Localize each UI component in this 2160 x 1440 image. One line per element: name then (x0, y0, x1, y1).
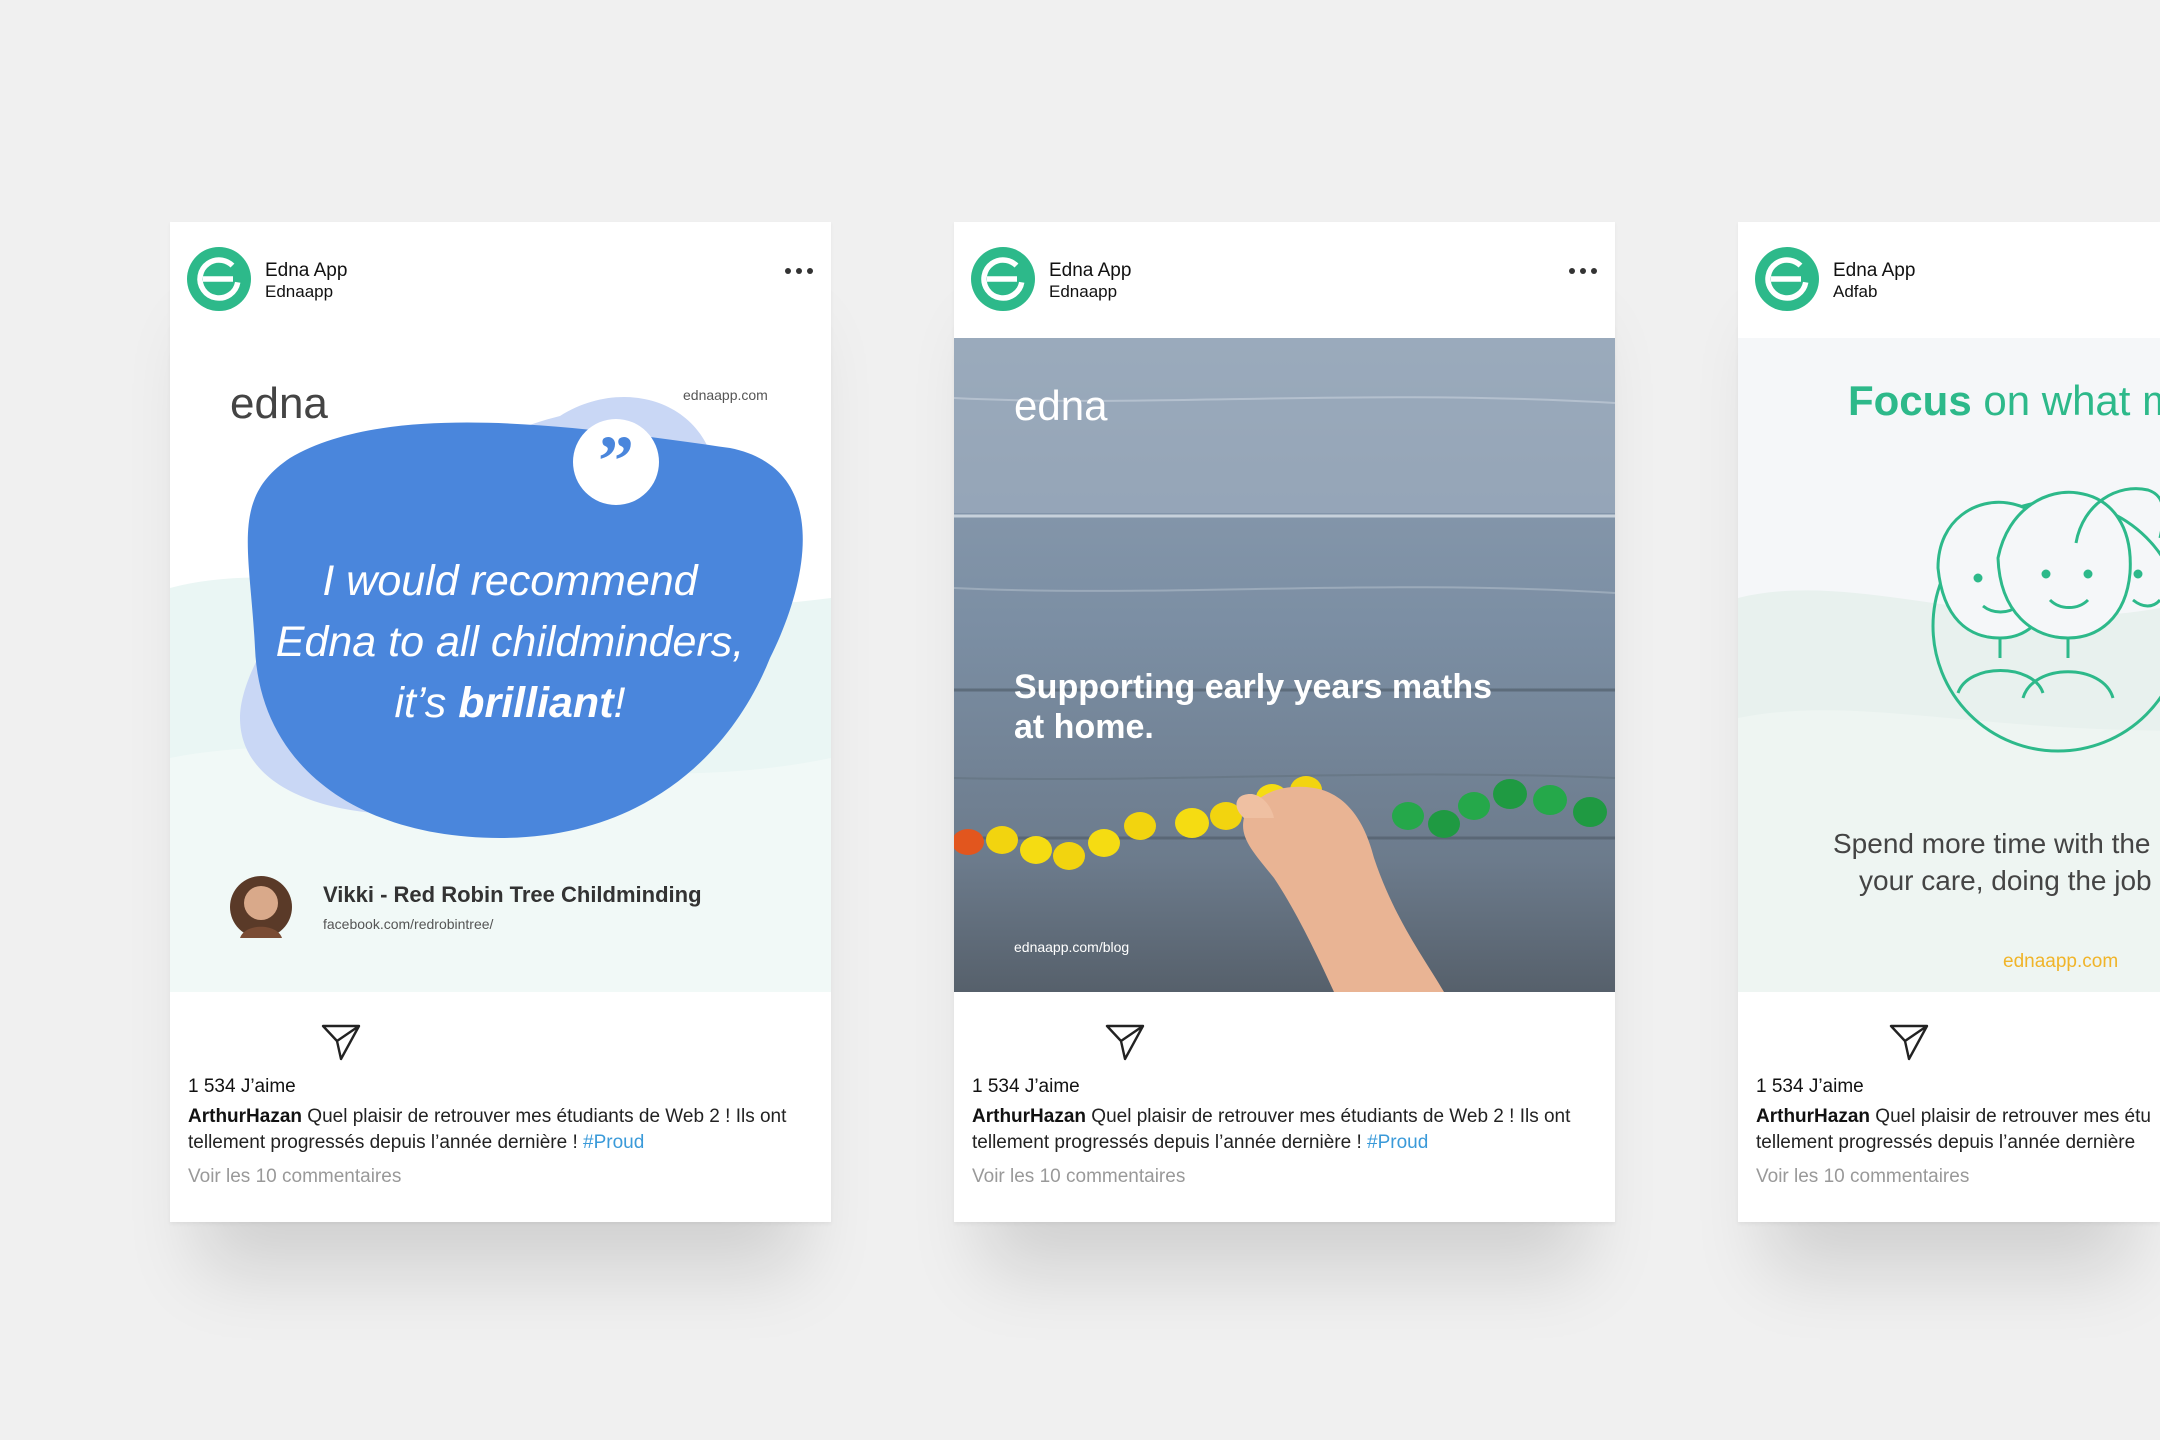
body-line-1: Spend more time with the (1833, 828, 2151, 859)
caption-text-line-2: tellement progressés depuis l’année dern… (1756, 1132, 2136, 1153)
post-caption: ArthurHazan Quel plaisir de retrouver me… (972, 1104, 1600, 1156)
view-comments-link[interactable]: Voir les 10 commentaires (972, 1166, 1185, 1188)
hashtag-link[interactable]: #Proud (583, 1132, 644, 1153)
quote-line-1: I would recommend (322, 557, 699, 605)
post-caption: ArthurHazan Quel plaisir de retrouver me… (1756, 1104, 2160, 1156)
likes-count[interactable]: 1 534 J’aime (188, 1076, 296, 1098)
account-name[interactable]: Edna App (265, 260, 347, 282)
likes-count[interactable]: 1 534 J’aime (972, 1076, 1080, 1098)
account-handle: Adfab (1833, 282, 1878, 301)
post-header: Edna App Adfab (1738, 222, 2160, 338)
send-icon[interactable] (1104, 1022, 1146, 1062)
hashtag-link[interactable]: #Proud (1367, 1132, 1428, 1153)
account-name[interactable]: Edna App (1049, 260, 1131, 282)
author-name: Vikki - Red Robin Tree Childminding (323, 882, 702, 907)
focus-title: Focus on what m (1848, 377, 2160, 424)
edna-logo-icon[interactable] (1755, 247, 1819, 311)
quote-line-2: Edna to all childminders, (276, 618, 744, 666)
edna-wordmark: edna (1014, 382, 1108, 429)
site-url: ednaapp.com (2003, 951, 2118, 972)
post-header: Edna App Ednaapp (170, 222, 831, 338)
post-card-3: Edna App Adfab Focus on what m Spend mor… (1738, 222, 2160, 1222)
more-options-icon[interactable] (1568, 266, 1598, 276)
caption-username[interactable]: ArthurHazan (972, 1106, 1086, 1127)
post-caption: ArthurHazan Quel plaisir de retrouver me… (188, 1104, 816, 1156)
blog-url: ednaapp.com/blog (1014, 939, 1129, 955)
quote-graphic: edna ednaapp.com ” I would recommend Edn… (170, 338, 831, 992)
post-image: edna Supporting early years maths at hom… (954, 338, 1615, 992)
likes-count[interactable]: 1 534 J’aime (1756, 1076, 1864, 1098)
body-line-2: your care, doing the job (1859, 865, 2152, 896)
view-comments-link[interactable]: Voir les 10 commentaires (1756, 1166, 1969, 1188)
send-icon[interactable] (1888, 1022, 1930, 1062)
account-handle: Ednaapp (265, 282, 334, 301)
post-image: Focus on what m Spend more time with the (1738, 338, 2160, 992)
caption-username[interactable]: ArthurHazan (188, 1106, 302, 1127)
account-name[interactable]: Edna App (1833, 260, 1915, 282)
post-header: Edna App Ednaapp (954, 222, 1615, 338)
photo-graphic: edna Supporting early years maths at hom… (954, 338, 1615, 992)
post-card-1: Edna App Ednaapp edna ednaapp.com ” I wo… (170, 222, 831, 1222)
svg-text:”: ” (598, 421, 634, 501)
author-link: facebook.com/redrobintree/ (323, 916, 494, 932)
post-image: edna ednaapp.com ” I would recommend Edn… (170, 338, 831, 992)
account-handle: Ednaapp (1049, 282, 1118, 301)
edna-wordmark: edna (230, 379, 328, 428)
more-options-icon[interactable] (784, 266, 814, 276)
focus-graphic: Focus on what m Spend more time with the (1738, 338, 2160, 992)
headline-line-1: Supporting early years maths (1014, 668, 1492, 706)
edna-logo-icon[interactable] (187, 247, 251, 311)
post-card-2: Edna App Ednaapp edna Supporting early y… (954, 222, 1615, 1222)
view-comments-link[interactable]: Voir les 10 commentaires (188, 1166, 401, 1188)
quote-line-3: it’s brilliant! (395, 679, 626, 727)
send-icon[interactable] (320, 1022, 362, 1062)
edna-logo-icon[interactable] (971, 247, 1035, 311)
caption-username[interactable]: ArthurHazan (1756, 1106, 1870, 1127)
site-url: ednaapp.com (683, 387, 768, 403)
headline-line-2: at home. (1014, 708, 1154, 746)
caption-text-line-1: Quel plaisir de retrouver mes étu (1870, 1106, 2151, 1127)
